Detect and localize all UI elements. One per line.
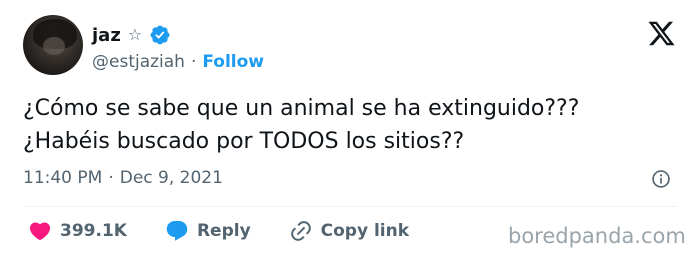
info-icon[interactable] [651, 169, 671, 189]
watermark: boredpanda.com [508, 224, 686, 248]
tweet-date: Dec 9, 2021 [119, 168, 223, 188]
user-name-row: jaz ☆ [92, 23, 171, 47]
follow-button[interactable]: Follow [202, 52, 264, 72]
tweet-text-line-2: ¿Habéis buscado por TODOS los sitios?? [23, 129, 465, 154]
user-name[interactable]: jaz [92, 25, 121, 46]
tweet-card: jaz ☆ @estjaziah · Follow ¿Cómo se sabe … [0, 0, 700, 257]
avatar[interactable] [23, 15, 83, 75]
x-logo-icon[interactable] [647, 19, 676, 48]
heart-icon [29, 222, 51, 241]
timestamp-separator: · [108, 168, 114, 188]
tweet-timestamp[interactable]: 11:40 PM · Dec 9, 2021 [23, 168, 223, 188]
verified-badge-icon [150, 25, 170, 45]
handle-separator: · [190, 52, 197, 72]
reply-button[interactable]: Reply [165, 219, 251, 243]
like-button[interactable]: 399.1K [28, 219, 127, 243]
user-handle[interactable]: @estjaziah [92, 52, 185, 72]
user-handle-row: @estjaziah · Follow [92, 50, 264, 74]
name-star-symbol: ☆ [127, 25, 143, 44]
like-count: 399.1K [60, 221, 127, 241]
tweet-actions: 399.1K Reply Copy link [28, 217, 447, 245]
copy-link-button[interactable]: Copy link [289, 219, 409, 243]
reply-label: Reply [196, 221, 251, 241]
copy-link-label: Copy link [320, 221, 410, 241]
tweet-text-line-1: ¿Cómo se sabe que un animal se ha exting… [23, 96, 580, 121]
link-icon [290, 221, 311, 241]
avatar-face [43, 37, 65, 55]
divider [23, 206, 677, 207]
tweet-text: ¿Cómo se sabe que un animal se ha exting… [23, 92, 683, 158]
reply-bubble-icon [166, 221, 188, 241]
tweet-time: 11:40 PM [23, 168, 103, 188]
